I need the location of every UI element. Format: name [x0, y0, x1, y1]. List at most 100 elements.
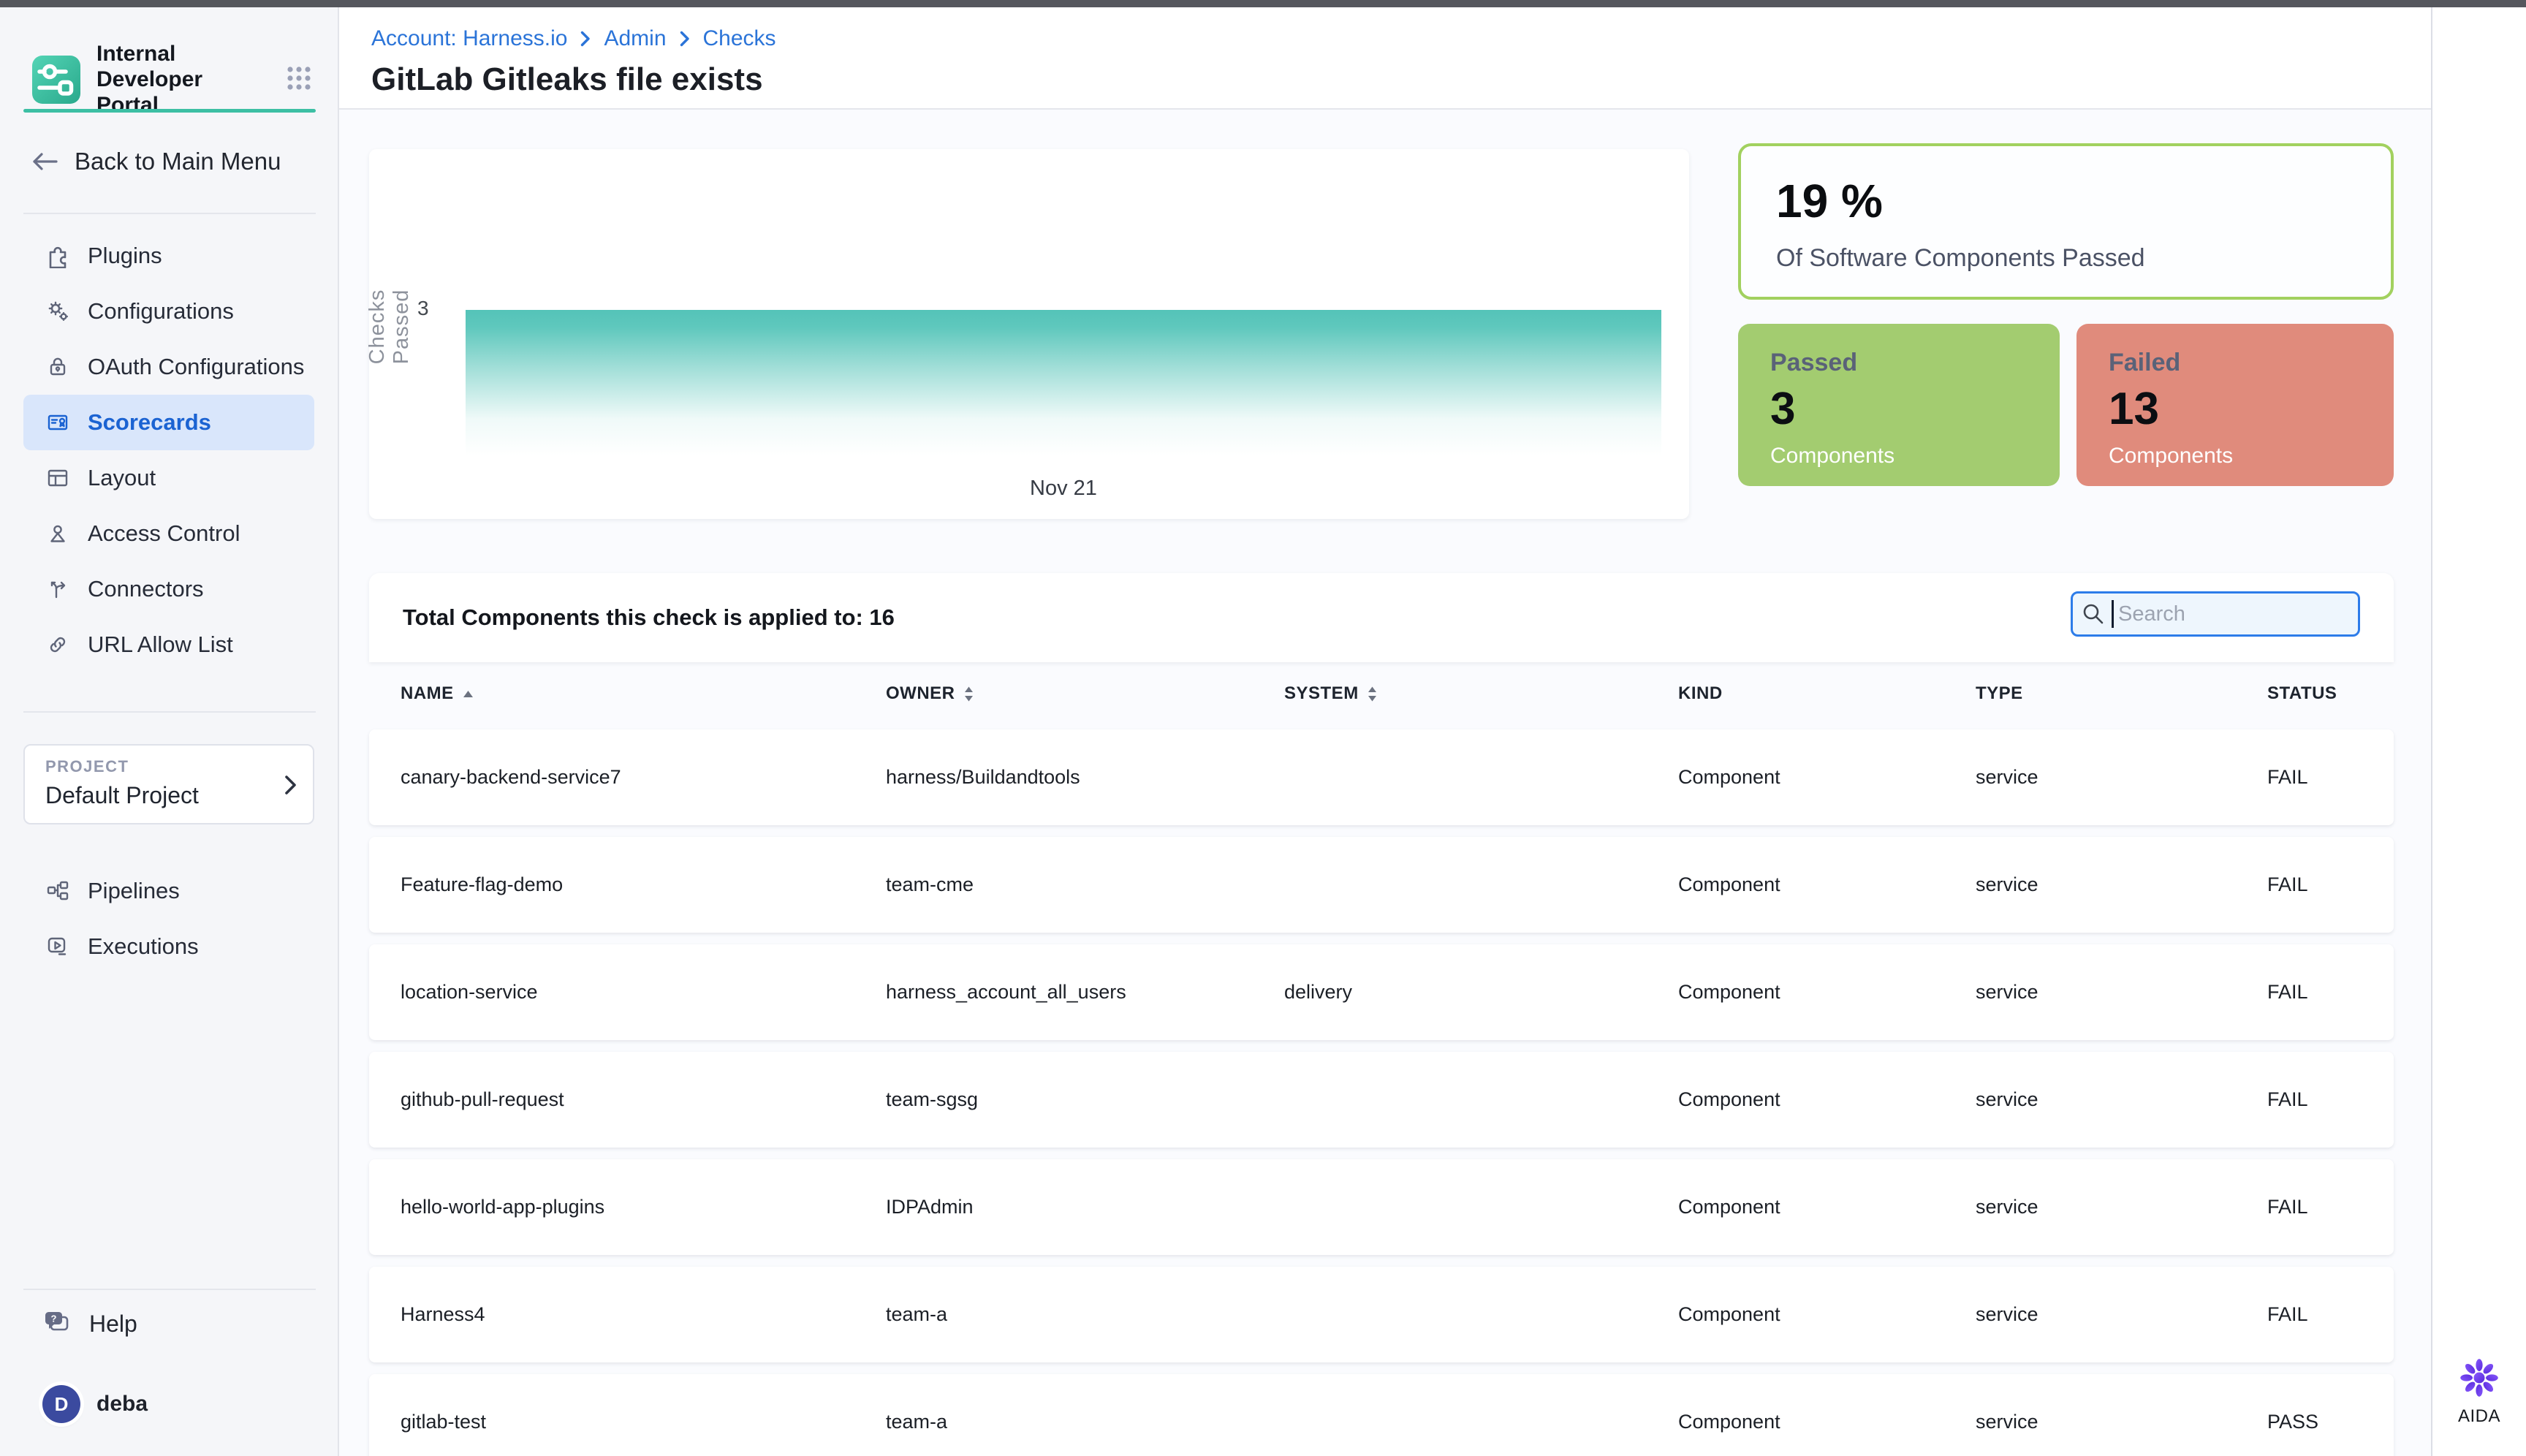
sidebar-item-plugins[interactable]: Plugins [23, 228, 314, 284]
gears-icon [45, 299, 70, 324]
pipeline-icon [45, 879, 70, 903]
column-header-name[interactable]: NAME [401, 683, 886, 704]
project-selector[interactable]: PROJECT Default Project [23, 744, 314, 824]
sidebar-item-pipelines[interactable]: Pipelines [23, 863, 314, 919]
lock-icon [45, 354, 70, 379]
table-row[interactable]: gitlab-test team-a Component service PAS… [369, 1374, 2394, 1456]
percent-caption: Of Software Components Passed [1776, 244, 2356, 273]
idp-logo-icon [32, 56, 80, 104]
help-chat-icon: ? [42, 1310, 72, 1338]
sort-both-icon [964, 686, 974, 702]
cell-name: gitlab-test [401, 1411, 886, 1433]
passed-value: 3 [1770, 383, 2028, 435]
breadcrumb-admin[interactable]: Admin [604, 26, 666, 51]
main-content: Account: Harness.io Admin Checks GitLab … [339, 7, 2431, 1456]
play-icon [45, 934, 70, 959]
avatar: D [42, 1385, 80, 1423]
svg-text:?: ? [51, 1313, 57, 1324]
aida-assistant-button[interactable]: AIDA [2432, 1357, 2526, 1427]
cell-type: service [1976, 873, 2267, 896]
cell-kind: Component [1678, 1088, 1976, 1111]
search-icon [2081, 602, 2106, 626]
cell-kind: Component [1678, 873, 1976, 896]
table-header: NAME OWNER SYSTEM KI [369, 675, 2394, 712]
sidebar-item-label: OAuth Configurations [88, 354, 304, 380]
search-input[interactable] [2071, 591, 2360, 637]
cell-type: service [1976, 1196, 2267, 1218]
cell-name: Feature-flag-demo [401, 873, 886, 896]
app-grid-icon[interactable] [278, 57, 320, 99]
sidebar-item-label: Scorecards [88, 409, 211, 436]
arrow-left-icon [32, 152, 58, 171]
user-menu[interactable]: D deba [42, 1385, 148, 1423]
aida-label: AIDA [2458, 1406, 2500, 1427]
layout-icon [45, 466, 70, 490]
sidebar-item-label: Executions [88, 933, 199, 960]
cell-status: FAIL [2267, 1196, 2394, 1218]
divider [23, 213, 316, 214]
cell-status: FAIL [2267, 981, 2394, 1004]
cell-owner: harness/Buildandtools [886, 766, 1284, 789]
breadcrumb: Account: Harness.io Admin Checks [371, 26, 776, 51]
failed-value: 13 [2109, 383, 2362, 435]
scroll-area: Checks Passed 3 Nov 21 19 % Of Software … [339, 111, 2431, 1456]
sidebar-item-oauth-configurations[interactable]: OAuth Configurations [23, 339, 314, 395]
cell-name: hello-world-app-plugins [401, 1196, 886, 1218]
project-name: Default Project [45, 782, 313, 809]
sidebar-item-connectors[interactable]: Connectors [23, 561, 314, 617]
chevron-right-icon [680, 31, 690, 47]
breadcrumb-checks[interactable]: Checks [703, 26, 776, 51]
cell-name: Harness4 [401, 1303, 886, 1326]
aida-flower-icon [2458, 1357, 2500, 1399]
table-row[interactable]: location-service harness_account_all_use… [369, 944, 2394, 1040]
cell-type: service [1976, 766, 2267, 789]
sidebar-item-access-control[interactable]: Access Control [23, 506, 314, 561]
column-header-type: TYPE [1976, 683, 2267, 704]
table-row[interactable]: hello-world-app-plugins IDPAdmin Compone… [369, 1159, 2394, 1255]
sidebar-item-label: Layout [88, 465, 156, 491]
sort-both-icon [1368, 686, 1377, 702]
sidebar-item-label: Access Control [88, 520, 240, 547]
cell-status: PASS [2267, 1411, 2394, 1433]
scorecard-icon [45, 410, 70, 435]
sidebar-item-layout[interactable]: Layout [23, 450, 314, 506]
sidebar-item-configurations[interactable]: Configurations [23, 284, 314, 339]
column-header-owner[interactable]: OWNER [886, 683, 1284, 704]
cell-owner: harness_account_all_users [886, 981, 1284, 1004]
percent-passed-card: 19 % Of Software Components Passed [1738, 143, 2394, 300]
passed-card: Passed 3 Components [1738, 324, 2060, 486]
table-row[interactable]: Harness4 team-a Component service FAIL [369, 1267, 2394, 1362]
column-header-system[interactable]: SYSTEM [1284, 683, 1678, 704]
help-button[interactable]: ? Help [42, 1310, 137, 1338]
text-caret [2112, 600, 2114, 628]
breadcrumb-account[interactable]: Account: Harness.io [371, 26, 567, 51]
passed-label: Passed [1770, 349, 2028, 377]
failed-caption: Components [2109, 444, 2362, 469]
column-header-status: STATUS [2267, 683, 2394, 704]
cell-kind: Component [1678, 1303, 1976, 1326]
cell-name: github-pull-request [401, 1088, 886, 1111]
table-row[interactable]: canary-backend-service7 harness/Buildand… [369, 729, 2394, 825]
back-to-main-menu[interactable]: Back to Main Menu [32, 148, 281, 175]
table-row[interactable]: Feature-flag-demo team-cme Component ser… [369, 837, 2394, 933]
cell-owner: team-cme [886, 873, 1284, 896]
right-gutter: AIDA [2431, 7, 2526, 1456]
cell-type: service [1976, 1088, 2267, 1111]
person-icon [45, 521, 70, 546]
puzzle-icon [45, 243, 70, 268]
sidebar-item-label: Connectors [88, 576, 204, 602]
sidebar-item-url-allow-list[interactable]: URL Allow List [23, 617, 314, 672]
top-window-bar [0, 0, 2526, 7]
cell-kind: Component [1678, 1196, 1976, 1218]
sidebar-item-label: Configurations [88, 298, 234, 325]
sidebar: Internal Developer Portal Back to Main M… [0, 7, 339, 1456]
sidebar-item-scorecards[interactable]: Scorecards [23, 395, 314, 450]
cell-kind: Component [1678, 766, 1976, 789]
sidebar-item-executions[interactable]: Executions [23, 919, 314, 974]
cell-name: canary-backend-service7 [401, 766, 886, 789]
brand: Internal Developer Portal [32, 41, 320, 118]
chart-y-axis-label: Checks Passed [365, 254, 414, 400]
table-row[interactable]: github-pull-request team-sgsg Component … [369, 1052, 2394, 1148]
cell-kind: Component [1678, 981, 1976, 1004]
brand-accent-rule [23, 109, 316, 113]
